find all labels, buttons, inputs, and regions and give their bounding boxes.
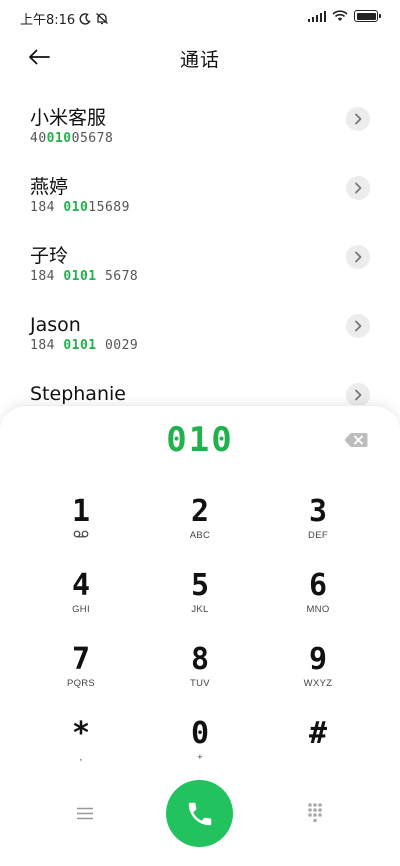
dialer-bottom-bar bbox=[0, 778, 400, 848]
voicemail-icon bbox=[73, 530, 89, 538]
chevron-right-icon bbox=[355, 251, 362, 263]
status-right bbox=[307, 10, 381, 22]
menu-button[interactable] bbox=[70, 802, 100, 824]
contact-detail-button[interactable] bbox=[346, 383, 370, 407]
key-3[interactable]: 3 DEF bbox=[268, 494, 368, 558]
contact-number: 184 01015689 bbox=[30, 200, 130, 215]
key-digit: 5 bbox=[190, 568, 210, 603]
key-digit: * bbox=[71, 716, 91, 751]
status-time: 上午8:16 bbox=[20, 13, 76, 28]
key-letters: MNO bbox=[306, 604, 330, 615]
key-letters: PQRS bbox=[66, 678, 96, 689]
chevron-right-icon bbox=[355, 389, 362, 401]
key-star[interactable]: * , bbox=[31, 716, 131, 780]
key-letters: ABC bbox=[189, 530, 211, 541]
page-title: 通话 bbox=[179, 49, 220, 71]
header: 通话 bbox=[0, 34, 400, 80]
contact-name: 子玲 bbox=[30, 245, 69, 267]
key-hash[interactable]: # bbox=[268, 716, 368, 780]
key-digit: # bbox=[308, 716, 328, 751]
key-letters: GHI bbox=[72, 604, 90, 615]
dialpad-icon bbox=[308, 803, 322, 823]
contact-detail-button[interactable] bbox=[346, 245, 370, 269]
key-0[interactable]: 0 + bbox=[150, 716, 250, 780]
dialed-number: 010 bbox=[166, 420, 234, 460]
key-digit: 0 bbox=[190, 716, 210, 751]
call-button[interactable] bbox=[166, 780, 233, 847]
contact-name: Jason bbox=[30, 314, 81, 336]
contact-detail-button[interactable] bbox=[346, 107, 370, 131]
backspace-button[interactable] bbox=[344, 432, 368, 448]
key-8[interactable]: 8 TUV bbox=[150, 642, 250, 706]
key-digit: 4 bbox=[71, 568, 91, 603]
phone-icon bbox=[188, 802, 211, 825]
contact-item[interactable]: 小米客服 4001005678 bbox=[0, 98, 400, 167]
key-6[interactable]: 6 MNO bbox=[268, 568, 368, 632]
status-left: 上午8:16 bbox=[20, 9, 109, 28]
muted-icon bbox=[96, 13, 109, 25]
key-2[interactable]: 2 ABC bbox=[150, 494, 250, 558]
battery-icon bbox=[354, 10, 381, 22]
key-digit: 8 bbox=[190, 642, 210, 677]
contact-detail-button[interactable] bbox=[346, 314, 370, 338]
backspace-icon bbox=[344, 433, 368, 447]
key-letters: , bbox=[79, 752, 83, 763]
contact-list: 小米客服 4001005678 燕婷 184 01015689 子玲 184 0… bbox=[0, 98, 400, 443]
key-digit: 9 bbox=[308, 642, 328, 677]
contact-name: 燕婷 bbox=[30, 176, 69, 198]
contact-number: 184 0101 0029 bbox=[30, 338, 139, 353]
key-4[interactable]: 4 GHI bbox=[31, 568, 131, 632]
key-letters: DEF bbox=[308, 530, 328, 541]
key-digit: 3 bbox=[308, 494, 328, 529]
key-digit: 2 bbox=[190, 494, 210, 529]
chevron-right-icon bbox=[355, 320, 362, 332]
dialer-panel: 010 1 2 ABC 3 DEF 4 GHI 5 JKL 6 MNO 7 PQ… bbox=[0, 405, 400, 866]
key-9[interactable]: 9 WXYZ bbox=[268, 642, 368, 706]
key-digit: 7 bbox=[71, 642, 91, 677]
key-letters: WXYZ bbox=[303, 678, 333, 689]
chevron-right-icon bbox=[355, 182, 362, 194]
chevron-right-icon bbox=[355, 113, 362, 125]
contact-number: 184 0101 5678 bbox=[30, 269, 139, 284]
key-letters: + bbox=[197, 752, 203, 763]
contact-detail-button[interactable] bbox=[346, 176, 370, 200]
key-5[interactable]: 5 JKL bbox=[150, 568, 250, 632]
key-digit: 6 bbox=[308, 568, 328, 603]
key-1[interactable]: 1 bbox=[31, 494, 131, 558]
contact-item[interactable]: Jason 184 0101 0029 bbox=[0, 305, 400, 374]
contact-name: 小米客服 bbox=[30, 107, 107, 129]
key-digit: 1 bbox=[71, 494, 91, 529]
keypad-toggle-button[interactable] bbox=[300, 800, 330, 826]
contact-item[interactable]: 燕婷 184 01015689 bbox=[0, 167, 400, 236]
signal-icon bbox=[307, 10, 326, 22]
key-letters: JKL bbox=[191, 604, 209, 615]
contact-item[interactable]: 子玲 184 0101 5678 bbox=[0, 236, 400, 305]
key-letters: TUV bbox=[190, 678, 210, 689]
contact-name: Stephanie bbox=[30, 383, 126, 405]
status-bar: 上午8:16 bbox=[0, 0, 400, 34]
key-7[interactable]: 7 PQRS bbox=[31, 642, 131, 706]
wifi-icon bbox=[332, 10, 348, 21]
contact-number: 4001005678 bbox=[30, 131, 114, 146]
moon-icon bbox=[79, 12, 91, 25]
menu-icon bbox=[77, 807, 93, 819]
